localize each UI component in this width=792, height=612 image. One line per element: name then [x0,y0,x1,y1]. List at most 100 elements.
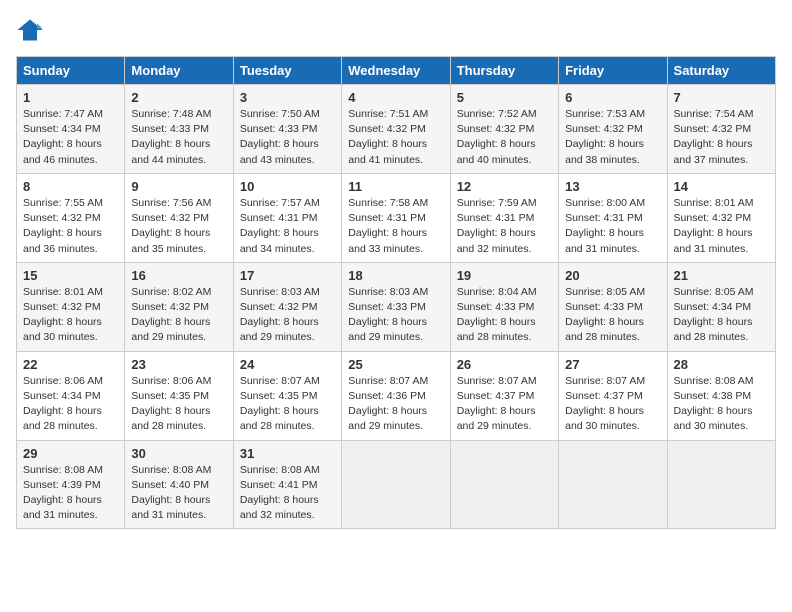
day-number: 2 [131,90,226,105]
calendar-cell: 2 Sunrise: 7:48 AMSunset: 4:33 PMDaylight… [125,85,233,174]
header-cell: Friday [559,57,667,85]
day-number: 4 [348,90,443,105]
day-number: 22 [23,357,118,372]
week-row: 15 Sunrise: 8:01 AMSunset: 4:32 PMDayligh… [17,262,776,351]
day-number: 28 [674,357,769,372]
cell-content: Sunrise: 8:04 AMSunset: 4:33 PMDaylight:… [457,285,552,346]
cell-content: Sunrise: 7:57 AMSunset: 4:31 PMDaylight:… [240,196,335,257]
cell-content: Sunrise: 8:01 AMSunset: 4:32 PMDaylight:… [23,285,118,346]
day-number: 23 [131,357,226,372]
day-number: 10 [240,179,335,194]
day-number: 12 [457,179,552,194]
day-number: 14 [674,179,769,194]
day-number: 5 [457,90,552,105]
cell-content: Sunrise: 8:08 AMSunset: 4:39 PMDaylight:… [23,463,118,524]
day-number: 1 [23,90,118,105]
cell-content: Sunrise: 7:58 AMSunset: 4:31 PMDaylight:… [348,196,443,257]
day-number: 19 [457,268,552,283]
day-number: 6 [565,90,660,105]
cell-content: Sunrise: 8:00 AMSunset: 4:31 PMDaylight:… [565,196,660,257]
calendar-cell: 9 Sunrise: 7:56 AMSunset: 4:32 PMDaylight… [125,173,233,262]
cell-content: Sunrise: 8:05 AMSunset: 4:33 PMDaylight:… [565,285,660,346]
calendar-cell [667,440,775,529]
day-number: 11 [348,179,443,194]
calendar-cell: 18 Sunrise: 8:03 AMSunset: 4:33 PMDayligh… [342,262,450,351]
calendar-cell: 22 Sunrise: 8:06 AMSunset: 4:34 PMDayligh… [17,351,125,440]
cell-content: Sunrise: 7:50 AMSunset: 4:33 PMDaylight:… [240,107,335,168]
calendar-cell: 13 Sunrise: 8:00 AMSunset: 4:31 PMDayligh… [559,173,667,262]
cell-content: Sunrise: 8:05 AMSunset: 4:34 PMDaylight:… [674,285,769,346]
cell-content: Sunrise: 7:54 AMSunset: 4:32 PMDaylight:… [674,107,769,168]
calendar-cell: 23 Sunrise: 8:06 AMSunset: 4:35 PMDayligh… [125,351,233,440]
header-cell: Monday [125,57,233,85]
calendar-cell: 26 Sunrise: 8:07 AMSunset: 4:37 PMDayligh… [450,351,558,440]
calendar-cell: 8 Sunrise: 7:55 AMSunset: 4:32 PMDaylight… [17,173,125,262]
cell-content: Sunrise: 8:06 AMSunset: 4:34 PMDaylight:… [23,374,118,435]
week-row: 1 Sunrise: 7:47 AMSunset: 4:34 PMDaylight… [17,85,776,174]
header-cell: Saturday [667,57,775,85]
cell-content: Sunrise: 7:53 AMSunset: 4:32 PMDaylight:… [565,107,660,168]
header-cell: Sunday [17,57,125,85]
week-row: 29Sunrise: 8:08 AMSunset: 4:39 PMDayligh… [17,440,776,529]
header-cell: Thursday [450,57,558,85]
calendar-table: SundayMondayTuesdayWednesdayThursdayFrid… [16,56,776,529]
cell-content: Sunrise: 8:02 AMSunset: 4:32 PMDaylight:… [131,285,226,346]
cell-content: Sunrise: 7:48 AMSunset: 4:33 PMDaylight:… [131,107,226,168]
cell-content: Sunrise: 8:08 AMSunset: 4:38 PMDaylight:… [674,374,769,435]
header-cell: Tuesday [233,57,341,85]
day-number: 30 [131,446,226,461]
week-row: 8 Sunrise: 7:55 AMSunset: 4:32 PMDaylight… [17,173,776,262]
calendar-cell: 27 Sunrise: 8:07 AMSunset: 4:37 PMDayligh… [559,351,667,440]
cell-content: Sunrise: 7:55 AMSunset: 4:32 PMDaylight:… [23,196,118,257]
calendar-cell: 20 Sunrise: 8:05 AMSunset: 4:33 PMDayligh… [559,262,667,351]
logo-icon [16,16,44,44]
calendar-cell: 3 Sunrise: 7:50 AMSunset: 4:33 PMDaylight… [233,85,341,174]
calendar-cell: 25 Sunrise: 8:07 AMSunset: 4:36 PMDayligh… [342,351,450,440]
calendar-cell [559,440,667,529]
header-row: SundayMondayTuesdayWednesdayThursdayFrid… [17,57,776,85]
day-number: 27 [565,357,660,372]
cell-content: Sunrise: 7:51 AMSunset: 4:32 PMDaylight:… [348,107,443,168]
calendar-cell: 17Sunrise: 8:03 AMSunset: 4:32 PMDayligh… [233,262,341,351]
cell-content: Sunrise: 7:59 AMSunset: 4:31 PMDaylight:… [457,196,552,257]
calendar-cell: 30 Sunrise: 8:08 AMSunset: 4:40 PMDayligh… [125,440,233,529]
cell-content: Sunrise: 8:06 AMSunset: 4:35 PMDaylight:… [131,374,226,435]
calendar-cell [450,440,558,529]
day-number: 21 [674,268,769,283]
calendar-cell: 5Sunrise: 7:52 AMSunset: 4:32 PMDaylight… [450,85,558,174]
cell-content: Sunrise: 7:56 AMSunset: 4:32 PMDaylight:… [131,196,226,257]
day-number: 20 [565,268,660,283]
calendar-cell: 4 Sunrise: 7:51 AMSunset: 4:32 PMDaylight… [342,85,450,174]
day-number: 31 [240,446,335,461]
calendar-cell: 11 Sunrise: 7:58 AMSunset: 4:31 PMDayligh… [342,173,450,262]
day-number: 13 [565,179,660,194]
day-number: 15 [23,268,118,283]
calendar-cell: 16Sunrise: 8:02 AMSunset: 4:32 PMDayligh… [125,262,233,351]
day-number: 17 [240,268,335,283]
day-number: 8 [23,179,118,194]
calendar-cell: 31Sunrise: 8:08 AMSunset: 4:41 PMDayligh… [233,440,341,529]
cell-content: Sunrise: 8:08 AMSunset: 4:40 PMDaylight:… [131,463,226,524]
day-number: 3 [240,90,335,105]
day-number: 18 [348,268,443,283]
calendar-cell: 21 Sunrise: 8:05 AMSunset: 4:34 PMDayligh… [667,262,775,351]
cell-content: Sunrise: 8:03 AMSunset: 4:33 PMDaylight:… [348,285,443,346]
day-number: 25 [348,357,443,372]
calendar-cell: 19 Sunrise: 8:04 AMSunset: 4:33 PMDayligh… [450,262,558,351]
cell-content: Sunrise: 8:07 AMSunset: 4:37 PMDaylight:… [457,374,552,435]
calendar-cell: 28 Sunrise: 8:08 AMSunset: 4:38 PMDayligh… [667,351,775,440]
cell-content: Sunrise: 8:07 AMSunset: 4:37 PMDaylight:… [565,374,660,435]
day-number: 9 [131,179,226,194]
day-number: 24 [240,357,335,372]
day-number: 26 [457,357,552,372]
calendar-cell: 1 Sunrise: 7:47 AMSunset: 4:34 PMDaylight… [17,85,125,174]
cell-content: Sunrise: 7:47 AMSunset: 4:34 PMDaylight:… [23,107,118,168]
calendar-cell: 15 Sunrise: 8:01 AMSunset: 4:32 PMDayligh… [17,262,125,351]
day-number: 7 [674,90,769,105]
cell-content: Sunrise: 8:07 AMSunset: 4:36 PMDaylight:… [348,374,443,435]
logo [16,16,48,44]
calendar-cell: 14Sunrise: 8:01 AMSunset: 4:32 PMDayligh… [667,173,775,262]
header-cell: Wednesday [342,57,450,85]
calendar-cell: 6 Sunrise: 7:53 AMSunset: 4:32 PMDaylight… [559,85,667,174]
cell-content: Sunrise: 8:07 AMSunset: 4:35 PMDaylight:… [240,374,335,435]
